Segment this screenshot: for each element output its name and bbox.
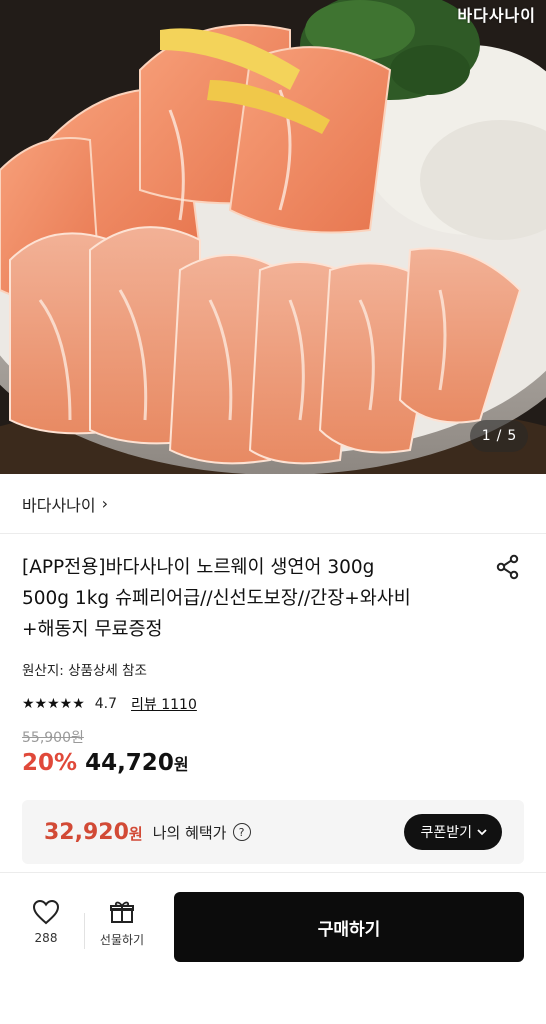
price-row: 20% 44,720원 [22,750,189,776]
review-count-link[interactable]: 리뷰 1110 [131,694,197,714]
brand-link[interactable]: 바다사나이 › [0,474,546,534]
heart-icon [32,899,60,925]
share-icon [496,554,519,580]
discount-rate: 20% [22,750,78,776]
original-price: 55,900원 [22,730,84,746]
brand-name: 바다사나이 [22,495,96,515]
origin-info: 원산지: 상품상세 참조 [22,663,147,679]
pager-separator: / [496,428,502,444]
benefit-price: 32,920원 [44,820,143,845]
help-icon[interactable]: ? [232,823,251,841]
chevron-right-icon: › [101,494,109,513]
pager-current: 1 [481,428,491,444]
image-pager: 1 / 5 [470,420,528,452]
gift-button[interactable]: 선물하기 [94,899,150,948]
benefit-price-unit: 원 [128,824,143,843]
product-title: [APP전용]바다사나이 노르웨이 생연어 300g 500g 1kg 슈페리어… [22,552,472,645]
brand-watermark: 바다사나이 [457,6,536,25]
pager-total: 5 [507,428,517,444]
rating-value: 4.7 [94,696,118,712]
get-coupon-button[interactable]: 쿠폰받기 [404,814,502,850]
product-image-carousel[interactable]: 바다사나이 1 / 5 [0,0,546,474]
chevron-down-icon [477,829,487,836]
share-button[interactable] [493,552,523,582]
divider [84,913,85,949]
benefit-price-box: 32,920원 나의 혜택가 ? 쿠폰받기 [22,800,524,864]
bottom-action-bar: 288 선물하기 구매하기 [0,872,546,1024]
sale-price-unit: 원 [173,755,189,774]
gift-label: 선물하기 [99,933,145,947]
product-title-line: [APP전용]바다사나이 노르웨이 생연어 300g [22,557,375,578]
benefit-label: 나의 혜택가 [152,823,227,842]
rating-row: ★★★★★ 4.7 리뷰 1110 [22,694,197,714]
coupon-label: 쿠폰받기 [420,825,472,841]
gift-icon [110,901,134,923]
buy-button[interactable]: 구매하기 [174,892,524,962]
sale-price: 44,720원 [85,750,189,776]
star-rating-icon: ★★★★★ [22,696,85,712]
product-title-line: 500g 1kg 슈페리어급//신선도보장//간장+와사비 [22,588,411,609]
benefit-price-value: 32,920 [44,819,129,845]
sale-price-value: 44,720 [85,750,174,776]
product-title-line: +해동지 무료증정 [22,619,163,640]
salmon-photo [0,0,546,474]
like-count: 288 [34,931,58,945]
like-button[interactable]: 288 [22,899,70,945]
